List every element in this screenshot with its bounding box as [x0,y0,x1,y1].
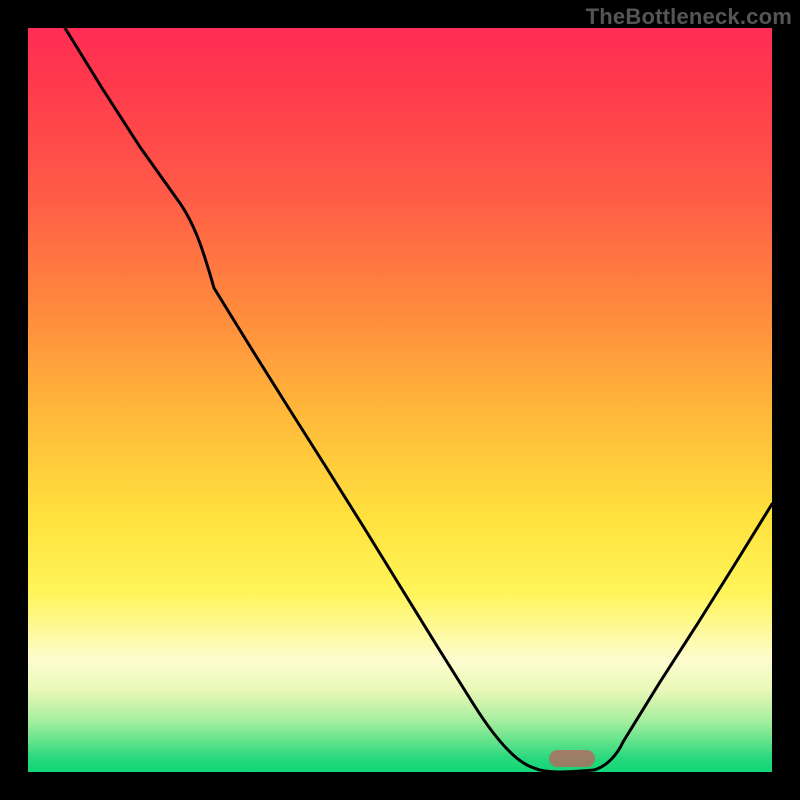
bottleneck-curve [28,28,772,772]
plot-area [28,28,772,772]
watermark-text: TheBottleneck.com [586,4,792,30]
optimum-marker [549,750,595,767]
outer-frame: TheBottleneck.com [0,0,800,800]
